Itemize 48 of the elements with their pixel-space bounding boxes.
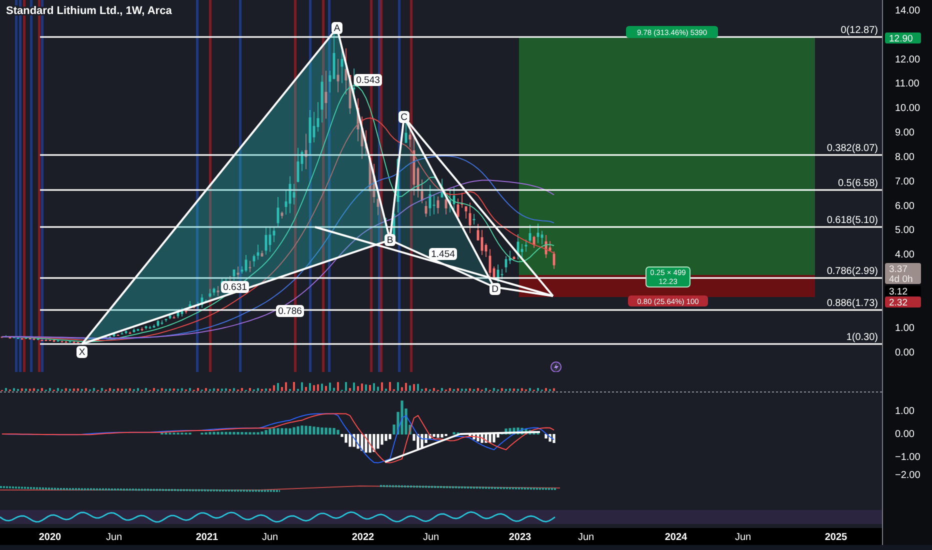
point-label: A (332, 22, 342, 34)
price-tick-label: 11.00 (895, 78, 920, 90)
fib-level-label: 0.618(5.10) (826, 215, 878, 226)
time-label: 2020 (38, 532, 62, 543)
point-label: D (490, 283, 500, 295)
time-label: Jun (422, 532, 440, 543)
price-tick-label: 10.00 (895, 103, 920, 114)
point-label: C (398, 111, 410, 123)
time-label: Jun (578, 532, 594, 543)
time-label: Jun (262, 532, 278, 543)
price-tick-label: 1.00 (895, 322, 914, 334)
ratio-label: 0.543 (354, 74, 382, 86)
macd-tick-label: −2.00 (895, 470, 920, 481)
point-label: B (384, 234, 396, 246)
macd-tick-label: 0.00 (895, 429, 914, 440)
price-tick-label: 12.00 (895, 54, 920, 66)
ratio-label: 0.786 (276, 305, 304, 317)
time-label: Jun (106, 532, 122, 543)
fib-level-label: 0.5(6.58) (838, 178, 878, 189)
fib-level-label: 0.886(1.73) (826, 298, 878, 309)
stop-price-marker: 2.32 (885, 296, 921, 308)
price-tick-label: 9.00 (895, 128, 914, 139)
last-price-marker: 3.37 4d 0h (885, 263, 921, 285)
ratio-label: 0.631 (221, 281, 249, 293)
point-label: X (76, 346, 88, 358)
time-label: 2024 (664, 532, 688, 543)
price-tick-label: 14.00 (895, 5, 920, 16)
time-label: 2023 (508, 532, 532, 543)
price-tick-label: 4.00 (895, 250, 914, 261)
macd-tick-label: −1.00 (895, 452, 920, 463)
price-tick-label: 5.00 (895, 225, 914, 236)
price-tick-label: 8.00 (895, 152, 914, 163)
time-label: 2022 (352, 532, 374, 543)
fib-level-label: 1(0.30) (846, 332, 878, 343)
macd-tick-label: 1.00 (895, 406, 914, 417)
price-tick-label: 7.00 (895, 176, 914, 188)
entry-price-marker: 3.12 (885, 286, 921, 298)
target-price-marker: 12.90 (885, 32, 921, 44)
fib-level-label: 0.382(8.07) (826, 143, 878, 154)
fib-level-label: 0(12.87) (840, 25, 878, 36)
ratio-label: 1.454 (429, 248, 457, 260)
time-label: 2025 (824, 532, 848, 543)
fib-level-label: 0.786(2.99) (826, 266, 878, 277)
price-tick-label: 6.00 (895, 200, 914, 212)
price-tick-label: 0.00 (895, 347, 914, 358)
time-label: Jun (734, 532, 752, 543)
time-label: 2021 (196, 532, 218, 543)
chart-title: Standard Lithium Ltd., 1W, Arca (6, 5, 172, 17)
